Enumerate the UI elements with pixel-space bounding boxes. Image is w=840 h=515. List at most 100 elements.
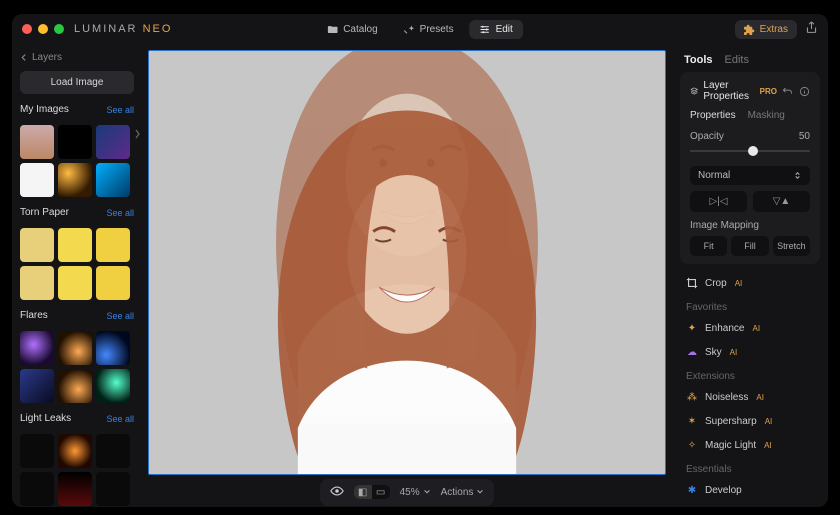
thumb[interactable] — [58, 331, 92, 365]
minimize-window-button[interactable] — [38, 24, 48, 34]
torn-paper-thumbs — [20, 228, 134, 300]
canvas-image — [149, 51, 665, 475]
app-body: Layers Load Image My Images See all Torn… — [12, 44, 828, 507]
info-icon[interactable] — [799, 86, 810, 97]
group-flares-header: Flares See all — [20, 310, 134, 321]
thumb[interactable] — [20, 472, 54, 506]
app-window: LUMINAR NEO Catalog Presets Edit Extras — [12, 14, 828, 507]
image-canvas[interactable] — [148, 50, 666, 475]
thumb[interactable] — [58, 472, 92, 506]
presets-button[interactable]: Presets — [394, 20, 464, 39]
brand-left: LUMINAR — [74, 23, 138, 35]
sparkle-icon: ✦ — [686, 322, 698, 334]
sliders-icon — [480, 24, 491, 35]
mapping-fit-button[interactable]: Fit — [690, 236, 727, 256]
thumb[interactable] — [20, 331, 54, 365]
thumb[interactable] — [96, 163, 130, 197]
thumb[interactable] — [96, 228, 130, 262]
blend-mode-dropdown[interactable]: Normal — [690, 166, 810, 185]
window-controls — [22, 24, 64, 34]
tool-sky[interactable]: ☁ SkyAI — [676, 341, 824, 363]
mapping-stretch-button[interactable]: Stretch — [773, 236, 810, 256]
thumb[interactable] — [58, 228, 92, 262]
undo-icon[interactable] — [782, 86, 793, 97]
wand-icon — [404, 24, 415, 35]
thumb[interactable] — [20, 228, 54, 262]
thumb[interactable] — [58, 125, 92, 159]
mapping-fill-button[interactable]: Fill — [731, 236, 768, 256]
subtab-properties[interactable]: Properties — [690, 110, 736, 121]
compare-mode-toggle[interactable]: ◧▭ — [354, 485, 390, 499]
canvas-bottom-bar: ◧▭ 45% Actions — [142, 477, 672, 507]
share-button[interactable] — [805, 21, 818, 37]
thumb[interactable] — [96, 331, 130, 365]
thumb[interactable] — [20, 163, 54, 197]
tool-noiseless[interactable]: ⁂ NoiselessAI — [676, 386, 824, 408]
bottom-controls: ◧▭ 45% Actions — [320, 479, 495, 506]
actions-dropdown[interactable]: Actions — [441, 487, 485, 498]
catalog-button[interactable]: Catalog — [317, 20, 387, 39]
magic-icon: ✧ — [686, 439, 698, 451]
see-all-link[interactable]: See all — [106, 414, 134, 424]
sharp-icon: ✶ — [686, 415, 698, 427]
noise-icon: ⁂ — [686, 391, 698, 403]
opacity-value: 50 — [799, 131, 810, 142]
sidebar-expand-handle[interactable] — [134, 124, 142, 149]
close-window-button[interactable] — [22, 24, 32, 34]
edit-button[interactable]: Edit — [470, 20, 523, 39]
tab-edits[interactable]: Edits — [725, 54, 749, 66]
folder-icon — [327, 24, 338, 35]
extras-button[interactable]: Extras — [735, 20, 797, 39]
thumb[interactable] — [20, 266, 54, 300]
thumb[interactable] — [96, 434, 130, 468]
thumb[interactable] — [96, 266, 130, 300]
layers-header[interactable]: Layers — [20, 50, 134, 65]
fullscreen-window-button[interactable] — [54, 24, 64, 34]
group-label: Flares — [20, 310, 48, 321]
right-tabs: Tools Edits — [676, 50, 824, 72]
top-nav: Catalog Presets Edit — [317, 20, 523, 39]
tool-list: CropAI Favorites ✦ EnhanceAI ☁ SkyAI Ext… — [676, 272, 824, 507]
tool-erase[interactable]: ◒ Erase — [676, 503, 824, 507]
tool-crop[interactable]: CropAI — [676, 272, 824, 294]
tool-develop[interactable]: ✱ Develop — [676, 479, 824, 501]
opacity-slider[interactable] — [690, 144, 810, 158]
center-area: ◧▭ 45% Actions — [142, 44, 672, 507]
titlebar: LUMINAR NEO Catalog Presets Edit Extras — [12, 14, 828, 44]
section-favorites: Favorites — [676, 296, 824, 315]
tool-magiclight[interactable]: ✧ Magic LightAI — [676, 434, 824, 456]
layer-properties-panel: Layer Properties PRO Properties Masking … — [680, 72, 820, 264]
see-all-link[interactable]: See all — [106, 311, 134, 321]
load-image-button[interactable]: Load Image — [20, 71, 134, 94]
develop-icon: ✱ — [686, 484, 698, 496]
zoom-dropdown[interactable]: 45% — [400, 487, 431, 498]
chevron-left-icon — [20, 53, 29, 62]
thumb[interactable] — [58, 369, 92, 403]
group-label: Light Leaks — [20, 413, 71, 424]
thumb[interactable] — [58, 163, 92, 197]
thumb[interactable] — [58, 266, 92, 300]
flip-vertical-button[interactable]: ▽▲ — [753, 191, 810, 212]
see-all-link[interactable]: See all — [106, 105, 134, 115]
subtab-masking[interactable]: Masking — [748, 110, 785, 121]
my-images-thumbs — [20, 125, 134, 197]
thumb[interactable] — [20, 369, 54, 403]
thumb[interactable] — [96, 472, 130, 506]
tool-supersharp[interactable]: ✶ SupersharpAI — [676, 410, 824, 432]
panel-subtabs: Properties Masking — [690, 110, 810, 121]
thumb[interactable] — [20, 434, 54, 468]
tab-tools[interactable]: Tools — [684, 54, 713, 66]
see-all-link[interactable]: See all — [106, 208, 134, 218]
layers-icon — [690, 85, 698, 97]
preview-toggle[interactable] — [330, 484, 344, 501]
light-leaks-thumbs — [20, 434, 134, 506]
left-sidebar: Layers Load Image My Images See all Torn… — [12, 44, 142, 507]
panel-title: Layer Properties — [703, 80, 754, 102]
tool-enhance[interactable]: ✦ EnhanceAI — [676, 317, 824, 339]
thumb[interactable] — [96, 125, 130, 159]
flip-horizontal-button[interactable]: ▷|◁ — [690, 191, 747, 212]
thumb[interactable] — [58, 434, 92, 468]
thumb[interactable] — [96, 369, 130, 403]
thumb[interactable] — [20, 125, 54, 159]
updown-icon — [793, 171, 802, 180]
